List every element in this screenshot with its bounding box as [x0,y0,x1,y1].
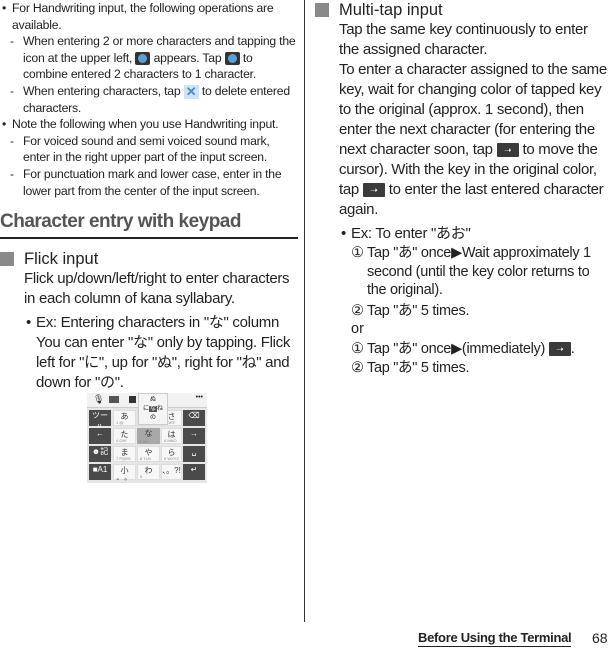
flick-example-title: Ex: Entering characters in "な" column [0,313,298,333]
step-a1: ① Tap "あ" once▶Wait approximately 1 seco… [315,244,608,300]
popup-up: ぬ [149,397,156,403]
keypad-key: ␣ [183,446,205,462]
keypad-key: → [183,428,205,444]
key-sublabel: 7 PQRS [116,456,131,461]
flick-input-body: Flick up/down/left/right to enter charac… [24,270,290,308]
page-number: 68 [592,630,608,646]
step-text: Tap "あ" once▶Wait approximately 1 second… [367,245,591,298]
step-number: ① [351,245,364,261]
bullet-text: Note the following when you use Handwrit… [12,117,279,132]
bullet-text: For Handwriting input, the following ope… [12,1,274,32]
popup-down: の [149,415,156,421]
sub-item-delete: When entering characters, tap ✕ to delet… [0,83,298,116]
right-column: Multi-tap input Tap the same key continu… [315,0,608,377]
multitap-p2: To enter a character assigned to the sam… [315,60,608,220]
keypad-key: ← [89,428,111,444]
square-bullet-icon [315,3,329,17]
or-label: or [351,321,364,337]
keypad-key: ま7 PQRS [113,446,136,462]
key-label: → [190,429,198,438]
key-label: ■A1 [92,465,108,474]
key-sublabel: 6 MNO [164,438,177,443]
keypad-key: ツール [89,410,111,432]
key-label: 小 ゛゜ [116,466,133,487]
bullet-handwriting-ops: For Handwriting input, the following ope… [0,0,298,33]
step-number: ② [351,302,364,319]
key-sublabel: 1 @ [116,420,124,425]
step-b2: ② Tap "あ" 5 times. [315,359,608,378]
keypad-key: 小 ゛゜ [113,464,136,487]
keypad-key: あ1 @ [113,410,136,426]
keypad-key: わ0 [137,464,160,480]
keypad-key: は6 MNO [161,428,182,444]
key-sublabel: 0 [140,474,143,479]
combine-icon [135,52,151,66]
sub-text: appears. Tap [153,50,222,65]
key-label: 、。?! [162,466,181,475]
key-label: ↵ [190,465,198,474]
flick-example-body: You can enter "な" only by tapping. Flick… [36,334,291,392]
flick-popup: ぬ になね の [138,393,168,425]
right-arrow-key-icon: ➝ [496,143,519,158]
footer-section-title: Before Using the Terminal [418,630,572,647]
section-heading: Character entry with keypad [0,211,298,240]
sub-item-voiced: For voiced sound and semi voiced sound m… [0,133,298,166]
popup-right: ね [157,406,164,412]
heading-text: Multi-tap input [339,1,443,19]
key-label: ← [96,429,104,438]
flick-input-heading: Flick input [0,249,298,269]
step-a2: ② Tap "あ" 5 times. [315,302,608,321]
key-sublabel: 8 TUV [140,456,152,461]
right-arrow-key-icon: ➝ [362,183,385,198]
keypad-key: ら9 WXYZ [161,446,182,462]
sub-text: For punctuation mark and lower case, ent… [23,166,282,198]
key-label: ␣ [191,447,197,456]
keypad-key: ⌫ [183,410,205,426]
keypad-key: た4 GHI [113,428,136,444]
more-icon: ••• [195,394,203,401]
step-text: Tap "あ" once▶(immediately) [367,341,546,357]
key-label: な [144,429,153,438]
keypad-key: ↵ [183,464,205,480]
bullet-handwriting-note: Note the following when you use Handwrit… [0,116,298,133]
column-divider [304,0,305,622]
sub-item-combine: When entering 2 or more characters and t… [0,33,298,83]
sub-text: When entering characters, tap [23,83,181,98]
step-number: ① [351,341,364,357]
multitap-heading: Multi-tap input [315,0,608,20]
keypad-illustration: 🎙 ••• ツールあ1 @か2 ABCさ3 DEF⌫←た4 GHIな5 JKLは… [87,393,207,487]
key-sublabel: 4 GHI [116,438,127,443]
keypad-key: や8 TUV [137,446,160,462]
keypad-key: 、。?! [161,464,182,480]
multitap-example-title: Ex: To enter "あお" [315,224,608,244]
key-label: ☻記 [91,447,109,456]
delete-icon: ✕ [183,84,199,99]
keyboard-icon [109,396,119,403]
square-bullet-icon [0,252,14,267]
keypad-key: ☻記 [89,446,111,462]
multitap-p1: Tap the same key continuously to enter t… [339,21,588,58]
step-number: ② [351,359,364,376]
key-sublabel: 5 JKL [139,439,150,444]
left-column: For Handwriting input, the following ope… [0,0,298,393]
key-label: わ [144,466,153,475]
keypad-key: な5 JKL [137,428,160,444]
step-text: . [570,341,575,357]
mic-icon: 🎙 [93,394,105,404]
step-text: Tap "あ" 5 times. [367,359,470,376]
right-arrow-key-icon: ➝ [548,342,571,357]
grid-icon [129,396,136,403]
step-b1: ① Tap "あ" once▶(immediately) ➝. [315,340,608,359]
combine-icon [224,52,240,66]
sub-text: For voiced sound and semi voiced sound m… [23,133,270,165]
key-label: ⌫ [188,411,200,420]
keypad-key: ■A1 [89,464,111,480]
step-text: Tap "あ" 5 times. [367,302,470,319]
key-sublabel: 9 WXYZ [164,456,179,461]
sub-item-punctuation: For punctuation mark and lower case, ent… [0,166,298,199]
heading-text: Flick input [24,250,99,269]
